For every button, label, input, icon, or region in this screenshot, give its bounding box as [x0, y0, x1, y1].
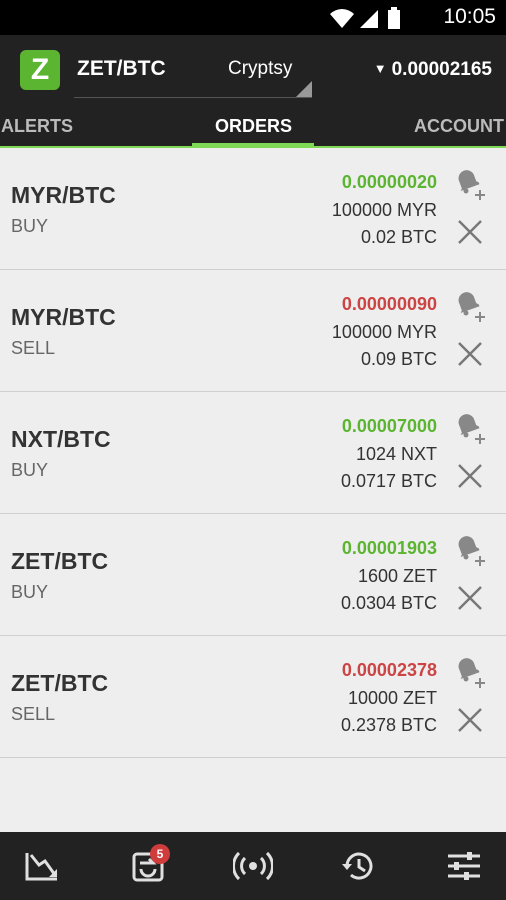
order-side: BUY: [11, 460, 49, 480]
battery-icon: [388, 7, 400, 29]
order-pair: NXT/BTC: [11, 426, 111, 452]
order-row[interactable]: NXT/BTC BUY 0.00007000 1024 NXT 0.0717 B…: [0, 392, 506, 514]
cancel-order-icon[interactable]: [456, 462, 484, 490]
order-price: 0.00000090: [341, 294, 437, 314]
order-row[interactable]: ZET/BTC SELL 0.00002378 10000 ZET 0.2378…: [0, 636, 506, 758]
add-alert-bell-icon[interactable]: [452, 166, 488, 202]
order-price: 0.00002378: [341, 660, 437, 680]
current-price[interactable]: ▼ 0.00002165: [374, 59, 492, 81]
orders-count-badge: 5: [150, 844, 170, 864]
order-total: 0.2378 BTC: [340, 715, 437, 735]
order-total: 0.02 BTC: [360, 227, 437, 247]
nav-market-button[interactable]: [20, 844, 64, 888]
tab-account[interactable]: ACCOUNT: [414, 116, 504, 137]
order-amount: 100000 MYR: [331, 322, 437, 342]
broadcast-icon: [233, 851, 273, 881]
tab-bar: ALERTS ORDERS ACCOUNT: [0, 103, 506, 148]
order-row[interactable]: ZET/BTC BUY 0.00001903 1600 ZET 0.0304 B…: [0, 514, 506, 636]
add-alert-bell-icon[interactable]: [452, 654, 488, 690]
add-alert-bell-icon[interactable]: [452, 532, 488, 568]
nav-live-button[interactable]: [231, 844, 275, 888]
tab-alerts[interactable]: ALERTS: [1, 116, 73, 137]
cancel-order-icon[interactable]: [456, 584, 484, 612]
add-alert-bell-icon[interactable]: [452, 410, 488, 446]
bottom-nav: 5: [0, 832, 506, 900]
order-total: 0.0717 BTC: [340, 471, 437, 491]
nav-orders-button[interactable]: 5: [126, 844, 170, 888]
cancel-order-icon[interactable]: [456, 340, 484, 368]
add-alert-bell-icon[interactable]: [452, 288, 488, 324]
nav-settings-button[interactable]: [442, 844, 486, 888]
nav-history-button[interactable]: [336, 844, 380, 888]
order-side: SELL: [11, 338, 56, 358]
app-logo-icon[interactable]: Z: [20, 50, 60, 90]
order-amount: 1024 NXT: [355, 444, 437, 464]
exchange-spinner[interactable]: Cryptsy: [74, 51, 312, 98]
cancel-order-icon[interactable]: [456, 706, 484, 734]
order-total: 0.0304 BTC: [340, 593, 437, 613]
order-total: 0.09 BTC: [360, 349, 437, 369]
status-icons: [330, 6, 410, 35]
chart-down-icon: [25, 851, 57, 881]
exchange-label: Cryptsy: [228, 58, 293, 79]
cancel-order-icon[interactable]: [456, 218, 484, 246]
order-amount: 10000 ZET: [347, 688, 437, 708]
action-bar: Z ZET/BTC Cryptsy ▼ 0.00002165: [0, 35, 506, 103]
order-price: 0.00000020: [341, 172, 437, 192]
status-time: 10:05: [443, 5, 496, 28]
order-price: 0.00001903: [341, 538, 437, 558]
price-down-arrow-icon: ▼: [373, 61, 387, 76]
tab-orders[interactable]: ORDERS: [215, 116, 292, 137]
settings-sliders-icon: [448, 852, 480, 880]
order-pair: ZET/BTC: [11, 548, 109, 574]
order-pair: ZET/BTC: [11, 670, 109, 696]
order-side: SELL: [11, 704, 56, 724]
current-price-value: 0.00002165: [391, 59, 492, 80]
order-side: BUY: [11, 582, 49, 602]
spinner-corner-icon: [296, 81, 312, 97]
order-amount: 100000 MYR: [331, 200, 437, 220]
order-side: BUY: [11, 216, 49, 236]
status-bar: 10:05: [0, 0, 506, 35]
signal-icon: [360, 10, 378, 28]
orders-list: MYR/BTC BUY 0.00000020 100000 MYR 0.02 B…: [0, 148, 506, 758]
order-pair: MYR/BTC: [11, 182, 116, 208]
order-row[interactable]: MYR/BTC BUY 0.00000020 100000 MYR 0.02 B…: [0, 148, 506, 270]
order-amount: 1600 ZET: [357, 566, 437, 586]
history-icon: [342, 852, 373, 880]
order-pair: MYR/BTC: [11, 304, 116, 330]
wifi-icon: [330, 9, 354, 28]
order-price: 0.00007000: [341, 416, 437, 436]
order-row[interactable]: MYR/BTC SELL 0.00000090 100000 MYR 0.09 …: [0, 270, 506, 392]
